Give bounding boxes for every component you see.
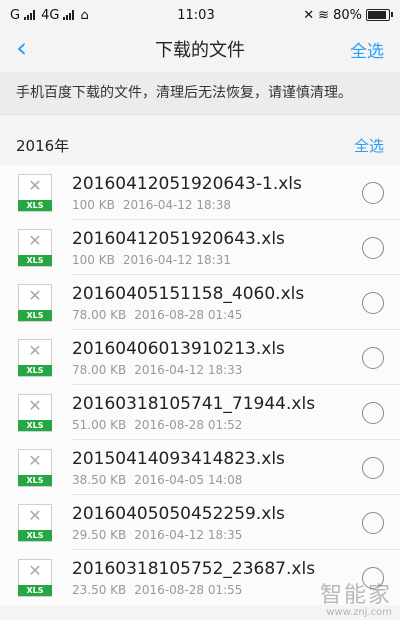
select-radio[interactable] <box>362 456 384 479</box>
file-name: 20160412051920643-1.xls <box>72 174 302 194</box>
file-date: 2016-04-05 14:08 <box>134 473 243 487</box>
xls-file-icon: ✕ XLS <box>18 558 52 597</box>
list-item[interactable]: ✕ XLS 20160318105752_23687.xls 23.50 KB 20… <box>0 550 400 605</box>
section-select-all-button[interactable]: 全选 <box>354 135 384 156</box>
xls-file-icon: ✕ XLS <box>18 173 52 212</box>
status-right: ✕ ≋ 80% <box>303 7 393 23</box>
notice-text: 手机百度下载的文件，清理后无法恢复，请谨慎清理。 <box>0 72 400 115</box>
select-radio[interactable] <box>362 566 384 589</box>
file-size: 51.00 KB <box>72 418 127 432</box>
select-radio[interactable] <box>362 181 384 204</box>
file-name: 20160405151158_4060.xls <box>72 284 305 304</box>
signal-icon-2 <box>63 10 75 20</box>
file-date: 2016-08-28 01:45 <box>134 308 243 322</box>
file-size: 29.50 KB <box>72 528 127 542</box>
file-list: ✕ XLS 20160412051920643-1.xls 100 KB 2016-… <box>0 165 400 605</box>
status-left: G 4G ⌂ <box>10 8 89 23</box>
xls-file-icon: ✕ XLS <box>18 448 52 487</box>
file-date: 2016-04-12 18:31 <box>122 253 231 267</box>
notification-icon: ⌂ <box>80 7 89 23</box>
network-type: 4G <box>41 7 60 23</box>
list-item[interactable]: ✕ XLS 20160406013910213.xls 78.00 KB 2016-… <box>0 330 400 385</box>
section-header: 2016年 全选 <box>0 125 400 165</box>
file-name: 20150414093414823.xls <box>72 449 285 469</box>
file-size: 78.00 KB <box>72 308 127 322</box>
file-size: 78.00 KB <box>72 363 127 377</box>
battery-icon <box>365 9 393 21</box>
mute-icon: ✕ <box>303 7 315 23</box>
file-name: 20160405050452259.xls <box>72 504 285 524</box>
list-item[interactable]: ✕ XLS 20150414093414823.xls 38.50 KB 2016-… <box>0 440 400 495</box>
list-item[interactable]: ✕ XLS 20160318105741_71944.xls 51.00 KB 20… <box>0 385 400 440</box>
select-radio[interactable] <box>362 346 384 369</box>
file-date: 2016-04-12 18:33 <box>134 363 243 377</box>
file-size: 100 KB <box>72 253 115 267</box>
status-time: 11:03 <box>177 7 215 23</box>
list-item[interactable]: ✕ XLS 20160405151158_4060.xls 78.00 KB 201… <box>0 275 400 330</box>
select-radio[interactable] <box>362 511 384 534</box>
file-name: 20160318105752_23687.xls <box>72 559 316 579</box>
file-date: 2016-08-28 01:52 <box>134 418 243 432</box>
select-radio[interactable] <box>362 236 384 259</box>
select-all-button[interactable]: 全选 <box>350 37 384 62</box>
xls-file-icon: ✕ XLS <box>18 393 52 432</box>
chevron-left-icon[interactable]: ‹ <box>16 34 27 62</box>
section-year: 2016年 <box>16 136 70 155</box>
file-date: 2016-04-12 18:38 <box>122 198 231 212</box>
file-date: 2016-08-28 01:55 <box>134 583 243 597</box>
signal-icon <box>24 10 36 20</box>
xls-file-icon: ✕ XLS <box>18 228 52 267</box>
file-date: 2016-04-12 18:35 <box>134 528 243 542</box>
list-item[interactable]: ✕ XLS 20160405050452259.xls 29.50 KB 2016-… <box>0 495 400 550</box>
page-title: 下载的文件 <box>155 40 245 61</box>
carrier-label: G <box>10 7 21 23</box>
file-size: 23.50 KB <box>72 583 127 597</box>
title-bar: ‹ 下载的文件 全选 <box>0 30 400 68</box>
file-name: 20160318105741_71944.xls <box>72 394 316 414</box>
xls-file-icon: ✕ XLS <box>18 503 52 542</box>
file-size: 100 KB <box>72 198 115 212</box>
file-size: 38.50 KB <box>72 473 127 487</box>
select-radio[interactable] <box>362 401 384 424</box>
watermark-url: www.znj.com <box>326 607 392 618</box>
wifi-icon: ≋ <box>318 7 330 23</box>
battery-percent: 80% <box>333 7 362 23</box>
file-name: 20160406013910213.xls <box>72 339 285 359</box>
list-item[interactable]: ✕ XLS 20160412051920643.xls 100 KB 2016-04… <box>0 220 400 275</box>
select-radio[interactable] <box>362 291 384 314</box>
status-bar: G 4G ⌂ 11:03 ✕ ≋ 80% <box>0 0 400 30</box>
xls-file-icon: ✕ XLS <box>18 338 52 377</box>
list-item[interactable]: ✕ XLS 20160412051920643-1.xls 100 KB 2016-… <box>0 165 400 220</box>
xls-file-icon: ✕ XLS <box>18 283 52 322</box>
file-name: 20160412051920643.xls <box>72 229 285 249</box>
